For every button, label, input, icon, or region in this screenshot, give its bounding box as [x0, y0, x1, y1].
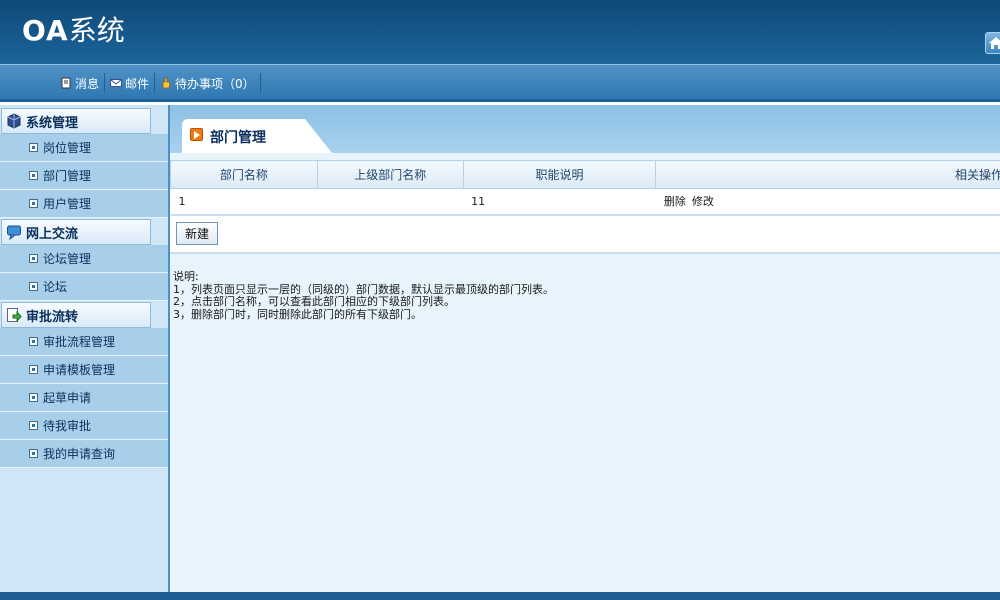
sidebar-item-label: 审批流程管理: [43, 335, 116, 349]
sidebar-item-template-admin[interactable]: 申请模板管理: [0, 356, 168, 384]
cell-actions: 删除 修改: [655, 188, 1000, 216]
table-row: 1 11 删除 修改: [170, 188, 1000, 216]
department-name-link[interactable]: 1: [179, 195, 186, 208]
sidebar: 系统管理 岗位管理 部门管理 用户管理 网上交流 论坛管理 论坛 审批流转 审批: [0, 105, 170, 592]
toolbar-todo[interactable]: 待办事项（0）: [155, 73, 260, 93]
sidebar-item-draft[interactable]: 起草申请: [0, 384, 168, 412]
sidebar-item-departments[interactable]: 部门管理: [0, 162, 168, 190]
app-logo: OA系统: [22, 11, 125, 51]
sidebar-item-label: 用户管理: [43, 197, 92, 211]
sidebar-item-label: 我的申请查询: [43, 447, 116, 461]
expand-icon: [29, 282, 38, 291]
column-header-parent: 上级部门名称: [316, 160, 464, 189]
instructions-title: 说明:: [173, 270, 199, 283]
cell-description: 11: [463, 188, 656, 216]
logo-cjk: 系统: [68, 14, 125, 47]
sidebar-item-label: 起草申请: [43, 391, 92, 405]
main-content: 部门管理 部门名称 上级部门名称 职能说明 相关操作 1 11 删除修改 新建: [170, 105, 1000, 592]
column-header-description: 职能说明: [462, 160, 657, 189]
sidebar-item-positions[interactable]: 岗位管理: [0, 134, 168, 162]
sidebar-item-flow-admin[interactable]: 审批流程管理: [0, 328, 168, 356]
home-button[interactable]: [985, 32, 1000, 54]
sidebar-item-forum[interactable]: 论坛: [0, 273, 168, 301]
logo-latin: OA: [22, 14, 69, 47]
sidebar-item-label: 部门管理: [43, 169, 92, 183]
delete-link[interactable]: 删除: [664, 195, 686, 208]
sidebar-item-label: 岗位管理: [43, 141, 92, 155]
column-header-name: 部门名称: [170, 160, 318, 189]
sidebar-group-approval[interactable]: 审批流转: [1, 302, 151, 328]
tab-department-management[interactable]: 部门管理: [182, 119, 332, 153]
toolbar-divider: [259, 73, 261, 93]
toolbar-todo-label: 待办事项（0）: [175, 76, 255, 91]
page-title: 部门管理: [210, 130, 266, 146]
sidebar-group-label: 审批流转: [26, 309, 79, 325]
expand-icon: [29, 393, 38, 402]
home-icon: [989, 37, 1000, 49]
top-toolbar: 消息 邮件 待办事项（0）: [0, 64, 1000, 102]
sidebar-item-my-applications[interactable]: 我的申请查询: [0, 440, 168, 468]
sidebar-item-label: 申请模板管理: [43, 363, 116, 377]
message-icon: [61, 77, 71, 89]
expand-icon: [29, 254, 38, 263]
toolbar-messages-label: 消息: [75, 76, 100, 91]
cell-department-name[interactable]: 1: [170, 188, 318, 216]
expand-icon: [29, 143, 38, 152]
instruction-line: 2，点击部门名称，可以查看此部门相应的下级部门列表。: [173, 295, 455, 308]
todo-hand-icon: [162, 77, 171, 89]
sidebar-group-label: 网上交流: [26, 226, 79, 242]
instructions: 说明: 1，列表页面只显示一层的（同级的）部门数据，默认显示最顶级的部门列表。 …: [173, 270, 993, 321]
sidebar-item-users[interactable]: 用户管理: [0, 190, 168, 218]
approval-icon: [7, 308, 22, 323]
footer-strip: [0, 592, 1000, 600]
sidebar-group-label: 系统管理: [26, 115, 79, 131]
sidebar-item-label: 论坛: [43, 280, 68, 294]
expand-icon: [29, 365, 38, 374]
sidebar-item-pending-approval[interactable]: 待我审批: [0, 412, 168, 440]
mail-icon: [110, 79, 123, 87]
title-bar: 部门管理: [170, 105, 1000, 153]
expand-icon: [29, 171, 38, 180]
edit-link[interactable]: 修改: [692, 195, 714, 208]
arrow-bullet-icon: [190, 128, 203, 141]
cell-parent-name: [317, 188, 464, 216]
sidebar-item-label: 待我审批: [43, 419, 92, 433]
chat-icon: [7, 225, 21, 240]
toolbar-mail[interactable]: 邮件: [105, 73, 154, 93]
toolbar-mail-label: 邮件: [125, 76, 150, 91]
table-header-row: 部门名称 上级部门名称 职能说明 相关操作: [170, 160, 1000, 189]
department-table: 部门名称 上级部门名称 职能说明 相关操作 1 11 删除 修改: [170, 160, 1000, 216]
column-header-actions: 相关操作: [655, 160, 1000, 189]
sidebar-item-forum-admin[interactable]: 论坛管理: [0, 245, 168, 273]
expand-icon: [29, 337, 38, 346]
toolbar-messages[interactable]: 消息: [55, 73, 104, 93]
instruction-line: 3，删除部门时，同时删除此部门的所有下级部门。: [173, 307, 422, 321]
expand-icon: [29, 421, 38, 430]
expand-icon: [29, 449, 38, 458]
expand-icon: [29, 199, 38, 208]
new-button[interactable]: 新建: [176, 222, 218, 245]
sidebar-group-communication[interactable]: 网上交流: [1, 219, 151, 245]
system-icon: [7, 113, 21, 129]
sidebar-group-system[interactable]: 系统管理: [1, 108, 151, 134]
sidebar-item-label: 论坛管理: [43, 252, 92, 266]
app-header: OA系统: [0, 0, 1000, 64]
action-bar: 新建: [170, 216, 1000, 254]
